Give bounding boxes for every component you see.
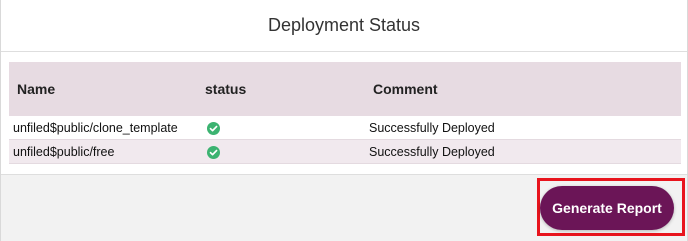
row-status-cell	[197, 116, 365, 140]
dialog-body: Name status Comment unfiled$public/clone…	[9, 62, 681, 164]
table-row: unfiled$public/free Successfully Deploye…	[9, 139, 681, 164]
row-name-cell: unfiled$public/free	[13, 144, 115, 159]
column-header-comment: Comment	[373, 81, 438, 97]
deployment-status-table: Name status Comment unfiled$public/clone…	[9, 62, 681, 164]
column-header-status: status	[205, 81, 247, 97]
column-header-name: Name	[17, 81, 56, 97]
check-circle-icon	[207, 145, 220, 159]
deployment-status-dialog: Deployment Status Name status Comment un…	[0, 0, 688, 241]
row-status-cell	[197, 140, 365, 164]
table-header-row: Name status Comment	[9, 62, 681, 116]
row-comment-cell: Successfully Deployed	[369, 120, 495, 135]
dialog-footer: Generate Report	[1, 174, 687, 241]
dialog-header: Deployment Status	[1, 0, 687, 52]
check-circle-icon	[207, 121, 220, 135]
dialog-title: Deployment Status	[267, 15, 421, 35]
row-comment-cell: Successfully Deployed	[369, 144, 495, 159]
row-name-cell: unfiled$public/clone_template	[13, 120, 178, 135]
generate-report-button[interactable]: Generate Report	[540, 186, 674, 230]
table-row: unfiled$public/clone_template Successful…	[9, 116, 681, 140]
